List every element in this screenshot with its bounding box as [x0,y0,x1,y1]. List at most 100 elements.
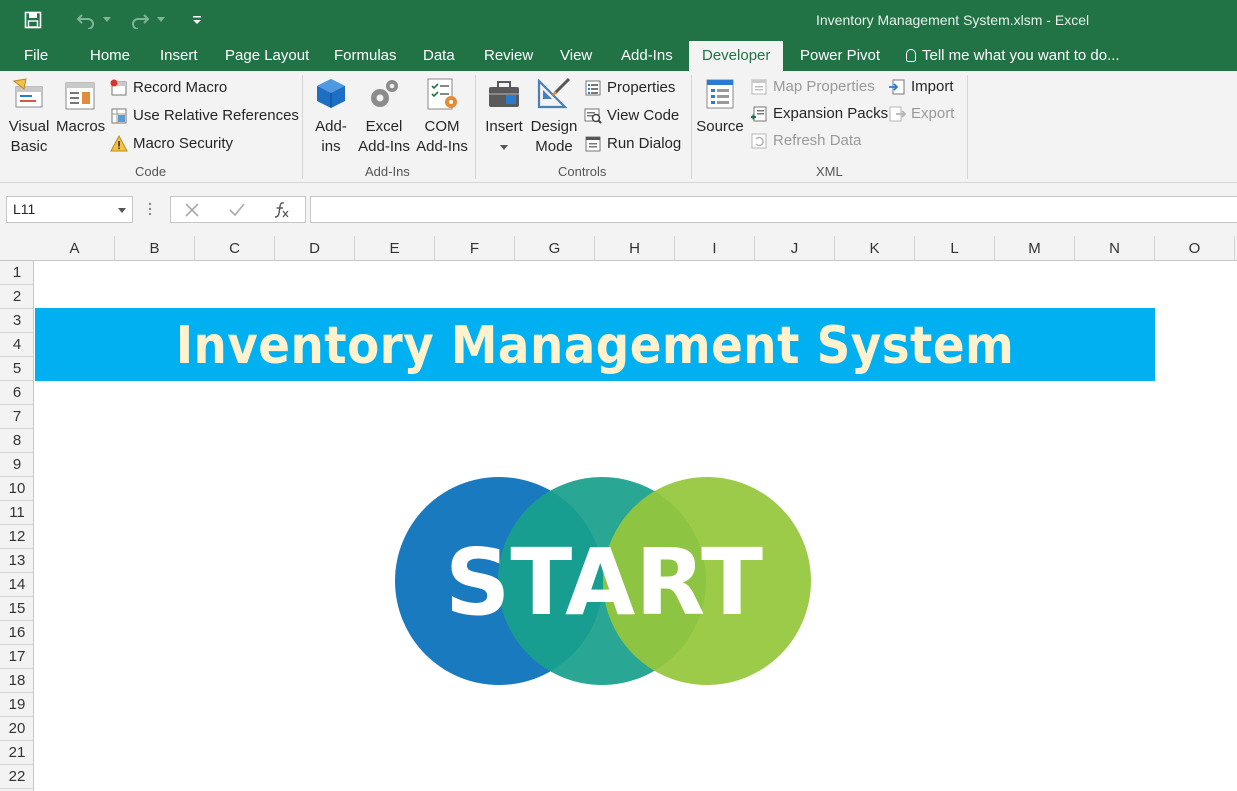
column-header[interactable]: O [1155,236,1235,261]
row-header[interactable]: 9 [0,453,34,477]
redo-dropdown-icon[interactable] [154,8,168,32]
undo-dropdown-icon[interactable] [100,8,114,32]
expansion-packs-icon [751,106,767,122]
add-ins-icon [317,79,345,108]
row-header[interactable]: 18 [0,669,34,693]
export-button[interactable]: Export [888,104,954,124]
excel-add-ins-button[interactable]: Excel Add-Ins [356,77,412,157]
code-group-label: Code [135,164,167,179]
row-header[interactable]: 11 [0,501,34,525]
tab-formulas[interactable]: Formulas [334,41,397,71]
row-header[interactable]: 20 [0,717,34,741]
row-header[interactable]: 3 [0,309,34,333]
column-header[interactable]: N [1075,236,1155,261]
com-add-ins-button[interactable]: COM Add-Ins [414,77,470,157]
row-header[interactable]: 7 [0,405,34,429]
tab-data[interactable]: Data [423,41,455,71]
expansion-packs-button[interactable]: Expansion Packs [750,104,888,124]
add-ins-group-label: Add-Ins [365,164,410,179]
row-header[interactable]: 14 [0,573,34,597]
column-header[interactable]: B [115,236,195,261]
tab-add-ins[interactable]: Add-Ins [621,41,673,71]
tab-file[interactable]: File [24,41,48,71]
tab-home[interactable]: Home [90,41,130,71]
import-label: Import [911,78,954,95]
macro-security-button[interactable]: Macro Security [110,134,233,154]
column-header[interactable]: L [915,236,995,261]
visual-basic-label-2: Basic [10,138,48,155]
xml-group-label: XML [816,164,843,179]
formula-input[interactable] [310,196,1237,223]
toolbox-icon [489,81,519,107]
properties-button[interactable]: Properties [584,78,675,98]
tab-developer[interactable]: Developer [689,41,784,71]
row-header[interactable]: 21 [0,741,34,765]
tab-insert[interactable]: Insert [160,41,198,71]
row-header[interactable]: 22 [0,765,34,789]
refresh-data-button[interactable]: Refresh Data [750,131,861,151]
column-header[interactable]: J [755,236,835,261]
row-header[interactable]: 16 [0,621,34,645]
cancel-icon[interactable] [185,203,199,217]
column-header[interactable]: M [995,236,1075,261]
customize-toolbar-icon[interactable] [188,8,206,32]
row-header[interactable]: 1 [0,261,34,285]
start-button[interactable]: START [392,474,816,690]
tab-review[interactable]: Review [484,41,533,71]
record-macro-button[interactable]: Record Macro [110,78,227,98]
column-header[interactable]: H [595,236,675,261]
chevron-down-icon[interactable] [118,208,126,213]
column-header[interactable]: C [195,236,275,261]
tab-view[interactable]: View [560,41,592,71]
row-header[interactable]: 5 [0,357,34,381]
source-button[interactable]: Source [696,77,744,137]
insert-control-button[interactable]: Insert [482,77,526,157]
visual-basic-button[interactable]: Visual Basic [6,77,52,157]
com-add-ins-icon [427,78,457,110]
tell-me-search[interactable]: Tell me what you want to do... [906,41,1120,71]
run-dialog-label: Run Dialog [607,135,682,152]
column-header[interactable]: G [515,236,595,261]
row-header[interactable]: 10 [0,477,34,501]
column-header[interactable]: I [675,236,755,261]
use-relative-references-label: Use Relative References [133,107,299,124]
tab-page-layout[interactable]: Page Layout [225,41,309,71]
import-icon [889,79,905,95]
run-dialog-button[interactable]: Run Dialog [584,134,681,154]
row-header[interactable]: 8 [0,429,34,453]
undo-icon[interactable] [74,8,98,32]
column-header[interactable]: K [835,236,915,261]
design-mode-label-1: Design [530,118,578,135]
row-header[interactable]: 19 [0,693,34,717]
row-header[interactable]: 12 [0,525,34,549]
refresh-data-icon [751,133,767,149]
column-header[interactable]: A [35,236,115,261]
tab-power-pivot[interactable]: Power Pivot [800,41,880,71]
map-properties-button[interactable]: Map Properties [750,77,875,97]
enter-check-icon[interactable] [229,203,245,217]
name-box[interactable]: L11 [6,196,133,223]
save-icon[interactable] [22,8,44,32]
ribbon-tabs: File Home Insert Page Layout Formulas Da… [0,41,1237,71]
import-button[interactable]: Import [888,77,954,97]
column-header[interactable]: D [275,236,355,261]
row-header[interactable]: 2 [0,285,34,309]
redo-icon[interactable] [128,8,152,32]
title-bar: Inventory Management System.xlsm - Excel [0,0,1237,41]
row-header[interactable]: 4 [0,333,34,357]
design-mode-button[interactable]: Design Mode [528,77,580,157]
column-header[interactable]: F [435,236,515,261]
insert-function-icon[interactable] [273,201,291,219]
relative-references-icon [111,108,127,124]
column-header[interactable]: E [355,236,435,261]
drag-handle-icon[interactable] [148,202,152,216]
row-header[interactable]: 15 [0,597,34,621]
add-ins-button[interactable]: Add- ins [310,77,352,157]
row-header[interactable]: 17 [0,645,34,669]
row-header[interactable]: 13 [0,549,34,573]
use-relative-references-button[interactable]: Use Relative References [110,106,299,126]
group-divider [302,75,303,179]
view-code-button[interactable]: View Code [584,106,679,126]
row-header[interactable]: 6 [0,381,34,405]
macros-button[interactable]: Macros [56,77,105,137]
